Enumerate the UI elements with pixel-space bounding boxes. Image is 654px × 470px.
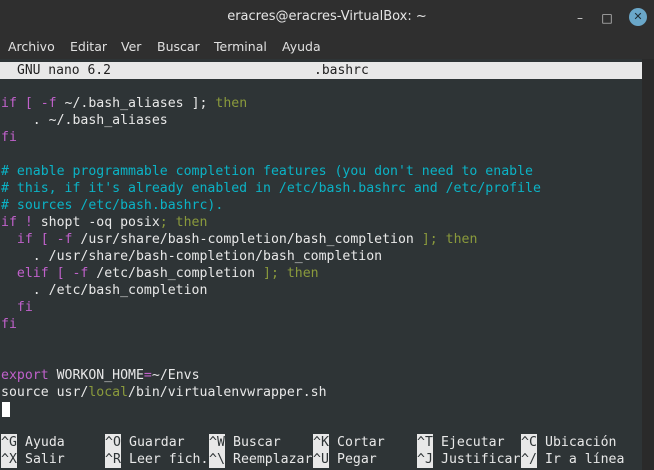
close-icon[interactable]: ✕	[629, 8, 647, 26]
shortcut-key[interactable]: ^U	[313, 451, 329, 468]
code-comment: # this, if it's already enabled in /etc/…	[1, 181, 541, 196]
shortcut-key[interactable]: ^C	[521, 434, 537, 451]
menu-editar[interactable]: Editar	[70, 39, 107, 54]
menu-archivo[interactable]: Archivo	[8, 39, 55, 54]
shortcut-label[interactable]: Leer fich.	[129, 451, 208, 468]
text-cursor	[2, 402, 10, 417]
code-line: elif [ -f /etc/bash_completion ]; then	[1, 266, 319, 281]
code-line: if [ -f /usr/share/bash-completion/bash_…	[1, 232, 478, 247]
shortcut-label[interactable]: Ayuda	[25, 434, 65, 451]
shortcut-key[interactable]: ^K	[313, 434, 329, 451]
code-line: . ~/.bash_aliases	[1, 113, 168, 128]
window-title: eracres@eracres-VirtualBox: ~	[227, 9, 427, 24]
shortcut-key[interactable]: ^O	[105, 434, 121, 451]
menu-ver[interactable]: Ver	[121, 39, 141, 54]
code-line: . /etc/bash_completion	[1, 283, 208, 298]
title-bar: eracres@eracres-VirtualBox: ~ – □ ✕	[0, 0, 654, 34]
menu-buscar[interactable]: Buscar	[157, 39, 200, 54]
code-line: source usr/local/bin/virtualenvwrapper.s…	[1, 385, 327, 400]
shortcut-label[interactable]: Pegar	[337, 451, 377, 468]
shortcut-key[interactable]: ^G	[1, 434, 17, 451]
terminal-area[interactable]: GNU nano 6.2 .bashrc if [ -f ~/.bash_ali…	[0, 59, 642, 470]
code-line: if [ -f ~/.bash_aliases ]; then	[1, 96, 248, 111]
nano-header: GNU nano 6.2 .bashrc	[0, 62, 642, 79]
shortcut-label[interactable]: Salir	[25, 451, 65, 468]
shortcut-key[interactable]: ^W	[209, 434, 225, 451]
menu-bar: Archivo Editar Ver Buscar Terminal Ayuda	[0, 34, 654, 59]
code-comment: # enable programmable completion feature…	[1, 164, 533, 179]
menu-terminal[interactable]: Terminal	[214, 39, 267, 54]
shortcut-label[interactable]: Guardar	[129, 434, 185, 451]
code-comment: # sources /etc/bash.bashrc).	[1, 198, 224, 213]
shortcut-key[interactable]: ^R	[105, 451, 121, 468]
scrollbar[interactable]	[642, 59, 654, 470]
shortcut-key[interactable]: ^X	[1, 451, 17, 468]
nano-version: GNU nano 6.2	[17, 63, 111, 78]
file-name: .bashrc	[314, 63, 369, 78]
code-line: fi	[1, 300, 33, 315]
menu-ayuda[interactable]: Ayuda	[282, 39, 321, 54]
shortcut-key[interactable]: ^J	[417, 451, 433, 468]
code-line: fi	[1, 317, 17, 332]
shortcut-key[interactable]: ^T	[417, 434, 433, 451]
shortcut-label[interactable]: Ir a línea	[545, 451, 624, 468]
shortcut-label[interactable]: Justificar	[441, 451, 520, 468]
code-line: if ! shopt -oq posix; then	[1, 215, 208, 230]
shortcut-label[interactable]: Ejecutar	[441, 434, 505, 451]
shortcut-key[interactable]: ^\	[209, 451, 225, 468]
shortcut-label[interactable]: Reemplazar	[233, 451, 312, 468]
minimize-icon[interactable]: –	[572, 10, 588, 26]
shortcut-label[interactable]: Ubicación	[545, 434, 616, 451]
maximize-icon[interactable]: □	[599, 10, 615, 26]
shortcut-label[interactable]: Cortar	[337, 434, 385, 451]
code-line: fi	[1, 130, 17, 145]
code-line: export WORKON_HOME=~/Envs	[1, 368, 200, 383]
shortcut-label[interactable]: Buscar	[233, 434, 281, 451]
code-line: . /usr/share/bash-completion/bash_comple…	[1, 249, 383, 264]
shortcut-key[interactable]: ^/	[521, 451, 537, 468]
terminal-window: eracres@eracres-VirtualBox: ~ – □ ✕ Arch…	[0, 0, 654, 470]
